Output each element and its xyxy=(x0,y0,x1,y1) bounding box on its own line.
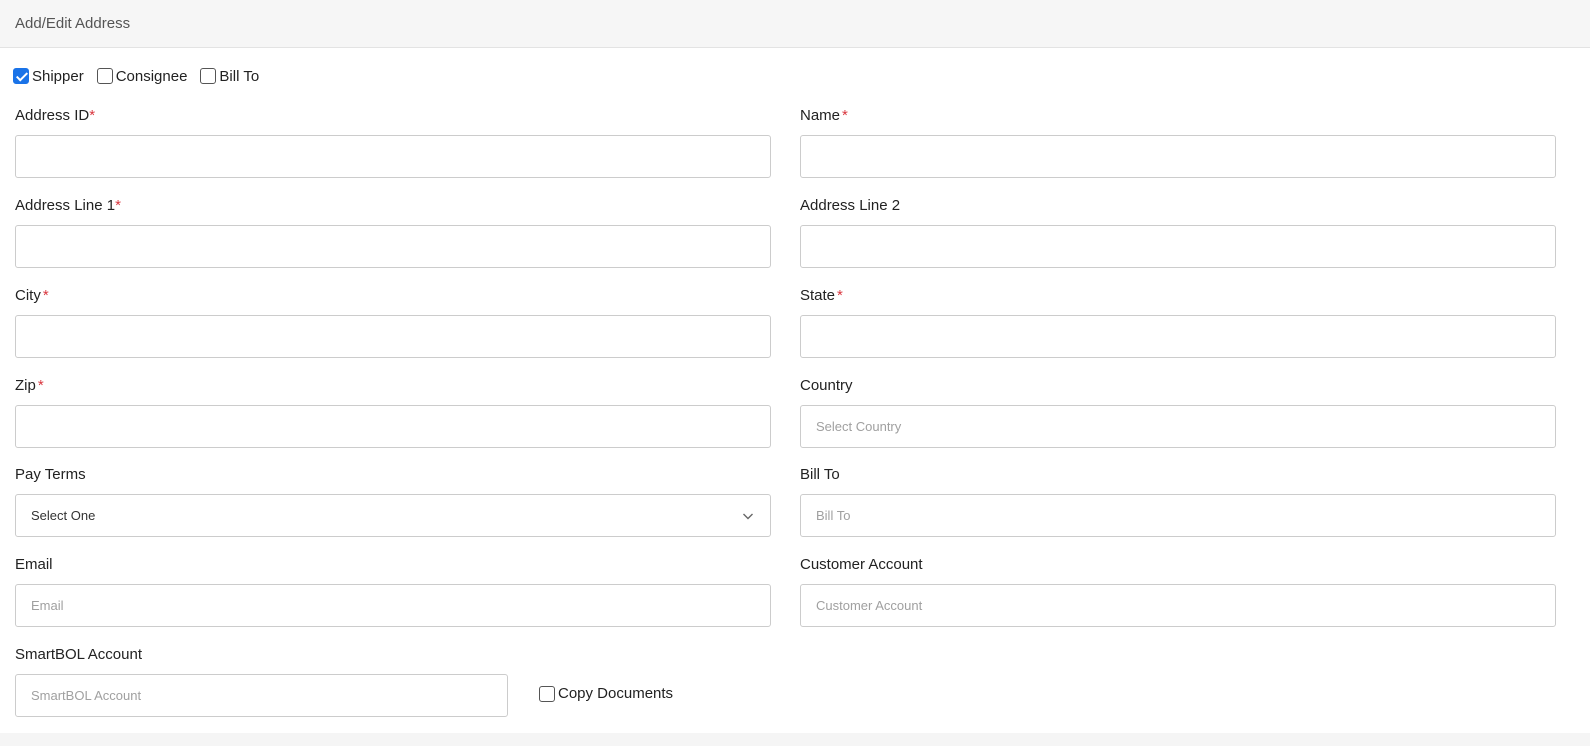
required-mark: * xyxy=(842,107,848,124)
smartbol-account-field-wrapper xyxy=(15,674,508,717)
required-mark: * xyxy=(115,197,121,214)
smartbol-account-input[interactable] xyxy=(16,675,507,716)
footer-strip xyxy=(0,733,1590,746)
customer-account-label: Customer Account xyxy=(800,556,923,573)
city-field-wrapper xyxy=(15,315,771,358)
country-label: Country xyxy=(800,377,853,394)
name-label-text: Name xyxy=(800,107,841,124)
address-line2-input[interactable] xyxy=(801,226,1555,267)
smartbol-account-label: SmartBOL Account xyxy=(15,646,142,663)
country-label-text: Country xyxy=(800,377,853,394)
email-label-text: Email xyxy=(15,556,53,573)
customer-account-field-wrapper xyxy=(800,584,1556,627)
pay-terms-label-text: Pay Terms xyxy=(15,466,86,483)
shipper-checkbox[interactable] xyxy=(13,68,29,84)
state-label-text: State xyxy=(800,287,836,304)
address-line2-label-text: Address Line 2 xyxy=(800,197,901,214)
address-type-group: Shipper Consignee Bill To xyxy=(13,66,272,86)
country-input[interactable] xyxy=(801,406,1555,447)
city-label-text: City xyxy=(15,287,41,304)
city-label: City * xyxy=(15,287,49,304)
role-consignee[interactable]: Consignee xyxy=(96,67,188,85)
name-field-wrapper xyxy=(800,135,1556,178)
country-field-wrapper xyxy=(800,405,1556,448)
address-line2-label: Address Line 2 xyxy=(800,197,900,214)
customer-account-label-text: Customer Account xyxy=(800,556,923,573)
zip-label-text: Zip xyxy=(15,377,36,394)
address-id-label: Address ID* xyxy=(15,107,95,124)
zip-label: Zip * xyxy=(15,377,44,394)
required-mark: * xyxy=(89,107,96,124)
role-bill-to[interactable]: Bill To xyxy=(200,68,259,85)
address-id-label-text: Address ID xyxy=(15,107,90,124)
email-input[interactable] xyxy=(16,585,770,626)
bill-to-label: Bill To xyxy=(800,466,840,483)
bill-to-input[interactable] xyxy=(801,495,1555,536)
copy-documents-option[interactable]: Copy Documents xyxy=(539,685,673,702)
bill-to-field-wrapper xyxy=(800,494,1556,537)
pay-terms-label: Pay Terms xyxy=(15,466,86,483)
bill-to-role-label: Bill To xyxy=(219,67,260,85)
address-line1-field-wrapper xyxy=(15,225,771,268)
address-line1-input[interactable] xyxy=(16,226,770,267)
copy-documents-label: Copy Documents xyxy=(558,685,674,702)
address-line2-field-wrapper xyxy=(800,225,1556,268)
bill-to-checkbox[interactable] xyxy=(200,68,217,84)
address-id-field-wrapper xyxy=(15,135,771,178)
shipper-label: Shipper xyxy=(32,67,84,85)
state-field-wrapper xyxy=(800,315,1556,358)
pay-terms-select[interactable]: Select One xyxy=(15,494,771,537)
zip-field-wrapper xyxy=(15,405,771,448)
required-mark: * xyxy=(37,377,44,394)
smartbol-account-label-text: SmartBOL Account xyxy=(15,646,143,663)
state-label: State * xyxy=(800,287,843,304)
role-shipper[interactable]: Shipper xyxy=(13,68,84,85)
consignee-label: Consignee xyxy=(115,67,188,85)
email-field-wrapper xyxy=(15,584,771,627)
name-input[interactable] xyxy=(801,136,1555,177)
city-input[interactable] xyxy=(16,316,770,357)
required-mark: * xyxy=(42,287,49,304)
address-line1-label: Address Line 1* xyxy=(15,197,121,214)
zip-input[interactable] xyxy=(16,406,770,447)
page-header: Add/Edit Address xyxy=(0,0,1590,48)
copy-documents-checkbox[interactable] xyxy=(539,685,555,702)
address-line1-label-text: Address Line 1 xyxy=(15,197,116,214)
email-label: Email xyxy=(15,556,53,573)
consignee-checkbox[interactable] xyxy=(96,68,113,84)
bill-to-label-text: Bill To xyxy=(800,466,840,483)
chevron-down-icon xyxy=(742,509,754,526)
customer-account-input[interactable] xyxy=(801,585,1555,626)
name-label: Name * xyxy=(800,107,848,124)
page-title: Add/Edit Address xyxy=(15,15,131,32)
state-input[interactable] xyxy=(801,316,1555,357)
address-id-input[interactable] xyxy=(16,136,770,177)
pay-terms-selected-value: Select One xyxy=(31,508,96,523)
required-mark: * xyxy=(837,287,843,304)
